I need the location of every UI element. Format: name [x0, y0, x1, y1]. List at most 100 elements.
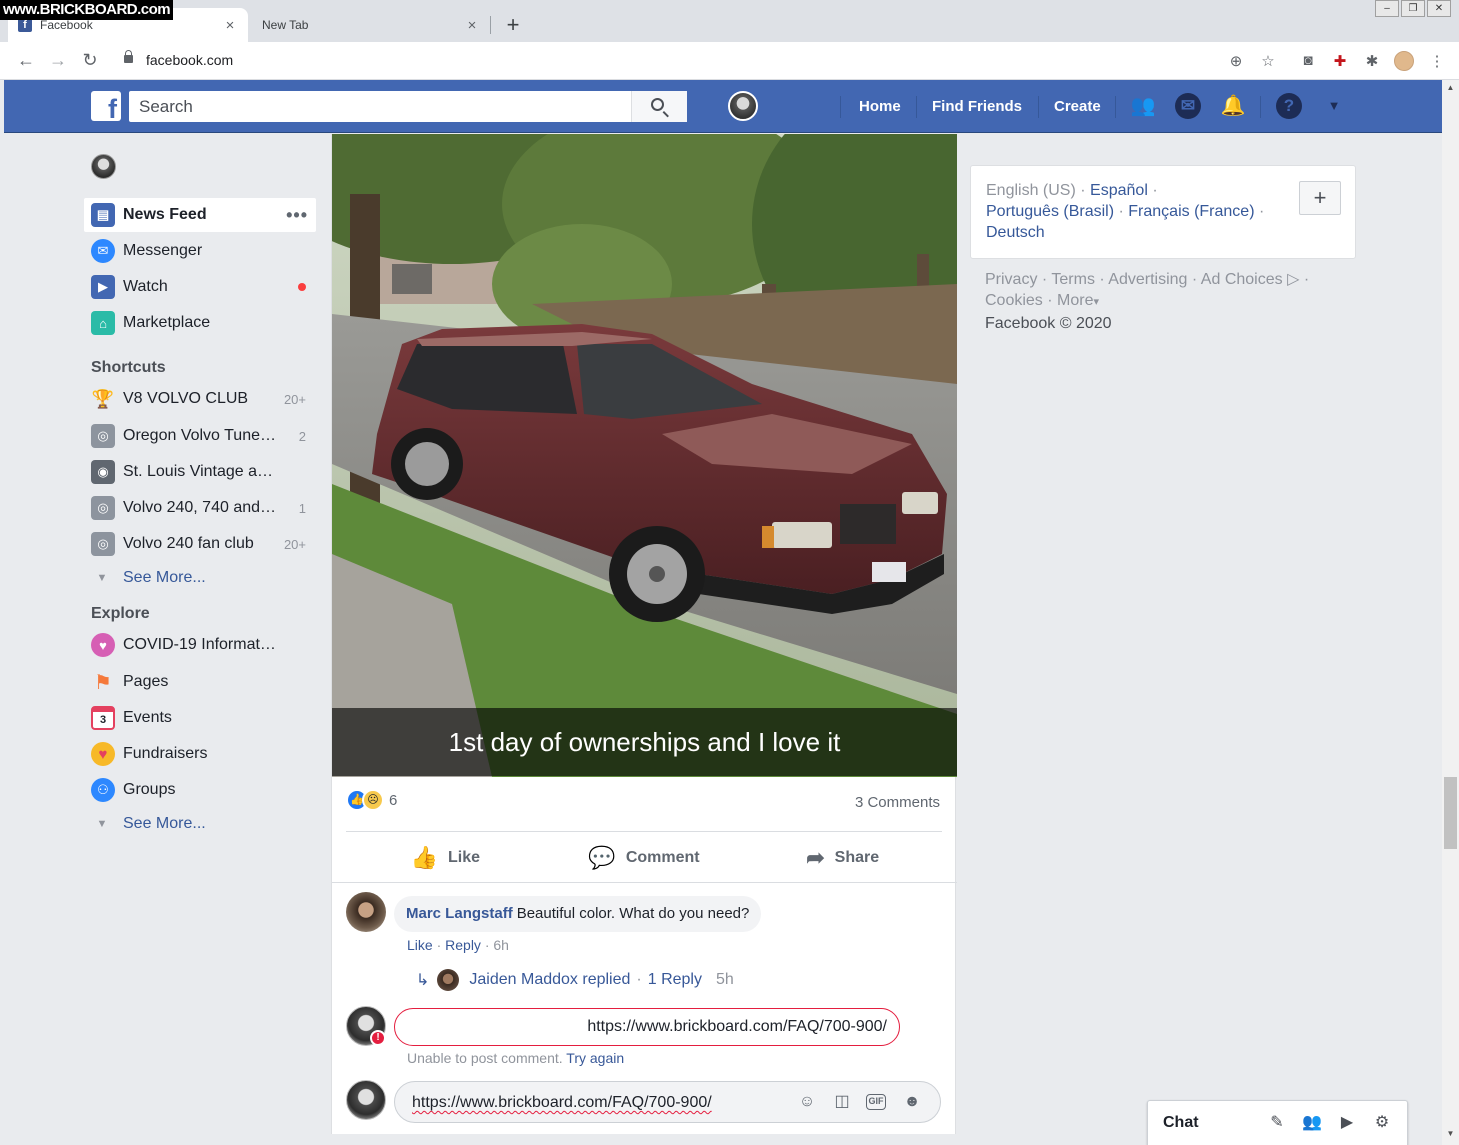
comment-reply-link[interactable]: Reply [445, 937, 481, 953]
bookmark-star-icon[interactable]: ☆ [1259, 52, 1277, 70]
see-more-shortcuts[interactable]: ▼ See More... [92, 569, 206, 587]
try-again-link[interactable]: Try again [566, 1050, 624, 1066]
footer-link-terms[interactable]: Terms [1051, 271, 1095, 288]
like-button[interactable]: 👍 Like [346, 832, 545, 883]
new-tab-button[interactable]: + [502, 12, 524, 38]
browser-tab-bar: www.BRICKBOARD.com f Facebook × New Tab … [0, 0, 1459, 42]
shortcut-oregon-volvo[interactable]: ◎ Oregon Volvo Tune… 2 [84, 419, 316, 453]
friend-requests-icon[interactable]: 👥 [1130, 93, 1156, 119]
failed-comment-bubble[interactable]: https://www.brickboard.com/FAQ/700-900/ [394, 1008, 900, 1046]
maximize-button[interactable]: ❐ [1401, 0, 1425, 17]
footer-link-more[interactable]: More [1057, 292, 1093, 309]
reload-icon[interactable]: ↻ [79, 50, 101, 70]
shortcut-volvo-240-fan-club[interactable]: ◎ Volvo 240 fan club 20+ [84, 527, 316, 561]
comment-count-link[interactable]: 3 Comments [855, 794, 940, 811]
language-link-french[interactable]: Français (France) [1128, 203, 1254, 220]
address-bar[interactable]: facebook.com [146, 52, 233, 68]
shield-extension-icon[interactable]: ✚ [1331, 52, 1349, 70]
explore-events[interactable]: 3 Events [84, 701, 316, 735]
browser-menu-icon[interactable]: ⋮ [1428, 52, 1446, 70]
extensions-puzzle-icon[interactable]: ✱ [1363, 52, 1381, 70]
view-replies-link[interactable]: ↳ Jaiden Maddox replied · 1 Reply 5h [416, 969, 734, 991]
share-button[interactable]: ➦ Share [743, 832, 942, 883]
camera-icon[interactable]: ◫ [831, 1091, 853, 1113]
comment-error-message: Unable to post comment. Try again [407, 1050, 624, 1066]
page-scrollbar[interactable]: ▲ ▼ [1442, 80, 1459, 1145]
nav-home[interactable]: Home [859, 98, 901, 115]
nav-create[interactable]: Create [1054, 98, 1101, 115]
chat-settings-icon[interactable]: ⚙ [1371, 1112, 1393, 1134]
close-tab-icon[interactable]: × [222, 17, 238, 34]
separator: · [484, 937, 490, 953]
facebook-logo[interactable]: f [91, 91, 121, 121]
sidebar-item-marketplace[interactable]: ⌂ Marketplace [84, 306, 316, 340]
profile-avatar[interactable] [728, 91, 758, 121]
sidebar-item-watch[interactable]: ▶ Watch [84, 270, 316, 304]
sticker-icon[interactable]: ☻ [901, 1091, 923, 1113]
shortcut-volvo-240-740[interactable]: ◎ Volvo 240, 740 and… 1 [84, 491, 316, 525]
shortcut-st-louis-vintage[interactable]: ◉ St. Louis Vintage a… [84, 455, 316, 489]
create-group-icon[interactable]: 👥 [1301, 1112, 1323, 1134]
footer-link-privacy[interactable]: Privacy [985, 271, 1037, 288]
browser-profile-avatar[interactable] [1394, 51, 1414, 71]
sidebar-item-label: Messenger [123, 242, 203, 259]
comment-input-text[interactable]: https://www.brickboard.com/FAQ/700-900/ [412, 1094, 712, 1112]
language-link-spanish[interactable]: Español [1090, 182, 1148, 199]
explore-covid[interactable]: ♥ COVID-19 Informat… [84, 628, 316, 662]
video-call-icon[interactable]: ▶ [1336, 1112, 1358, 1134]
help-icon[interactable]: ? [1276, 93, 1302, 119]
sidebar-item-messenger[interactable]: ✉ Messenger [84, 234, 316, 268]
footer-link-advertising[interactable]: Advertising [1108, 271, 1187, 288]
account-dropdown-icon[interactable]: ▼ [1321, 93, 1347, 119]
ublock-extension-icon[interactable]: ◙ [1299, 52, 1317, 69]
gif-icon[interactable]: GIF [866, 1094, 886, 1110]
scrollbar-thumb[interactable] [1444, 777, 1457, 849]
zoom-icon[interactable]: ⊕ [1227, 52, 1245, 70]
comment-like-link[interactable]: Like [407, 937, 433, 953]
reactions-summary[interactable]: 👍 ☹ 6 [346, 789, 397, 811]
scroll-down-arrow-icon[interactable]: ▼ [1442, 1129, 1459, 1138]
comment-button[interactable]: 💬 Comment [545, 832, 744, 883]
shortcut-label: V8 VOLVO CLUB [123, 390, 249, 407]
add-language-button[interactable]: + [1299, 181, 1341, 215]
close-window-button[interactable]: ✕ [1427, 0, 1451, 17]
groups-icon: ⚇ [91, 778, 115, 802]
see-more-explore[interactable]: ▼ See More... [92, 815, 206, 833]
new-message-icon[interactable]: ✎ [1266, 1112, 1288, 1134]
lock-icon[interactable] [124, 50, 133, 63]
post-photo[interactable]: 1st day of ownerships and I love it [332, 134, 957, 777]
search-input[interactable] [129, 91, 629, 122]
footer-links: Privacy · Terms · Advertising · Ad Choic… [985, 269, 1345, 334]
scroll-up-arrow-icon[interactable]: ▲ [1442, 83, 1459, 92]
close-tab-icon[interactable]: × [464, 17, 480, 34]
tab-new-tab[interactable]: New Tab × [252, 8, 490, 42]
commenter-avatar[interactable] [346, 892, 386, 932]
language-link-german[interactable]: Deutsch [986, 224, 1045, 241]
notifications-bell-icon[interactable]: 🔔 [1220, 93, 1246, 119]
minimize-button[interactable]: – [1375, 0, 1399, 17]
nav-find-friends[interactable]: Find Friends [932, 98, 1022, 115]
language-link-portuguese[interactable]: Português (Brasil) [986, 203, 1114, 220]
emoji-icon[interactable]: ☺ [796, 1091, 818, 1113]
comment-input[interactable]: https://www.brickboard.com/FAQ/700-900/ … [394, 1081, 941, 1123]
comment-timestamp[interactable]: 6h [493, 937, 509, 953]
sidebar-item-news-feed[interactable]: ▤ News Feed ••• [84, 198, 316, 232]
search-box [129, 91, 687, 122]
trophy-icon: 🏆 [91, 388, 115, 409]
more-options-icon[interactable]: ••• [286, 205, 308, 226]
explore-groups[interactable]: ⚇ Groups [84, 773, 316, 807]
chat-sidebar-bar[interactable]: Chat ✎ 👥 ▶ ⚙ [1147, 1100, 1408, 1145]
sidebar-profile-avatar[interactable] [91, 154, 116, 179]
search-button[interactable] [631, 91, 687, 122]
back-icon[interactable]: ← [15, 50, 37, 70]
comment-author-link[interactable]: Marc Langstaff [406, 905, 513, 922]
shortcut-v8-volvo-club[interactable]: 🏆 V8 VOLVO CLUB 20+ [84, 382, 316, 416]
browser-toolbar: ← → ↻ facebook.com ⊕ ☆ ◙ ✚ ✱ ⋮ [0, 42, 1459, 80]
forward-icon[interactable]: → [47, 50, 69, 70]
error-badge-icon: ! [370, 1030, 386, 1046]
explore-pages[interactable]: ⚑ Pages [84, 665, 316, 699]
footer-link-cookies[interactable]: Cookies [985, 292, 1043, 309]
messenger-icon[interactable]: ✉ [1175, 93, 1201, 119]
explore-fundraisers[interactable]: ♥ Fundraisers [84, 737, 316, 771]
footer-link-ad-choices[interactable]: Ad Choices [1201, 271, 1283, 288]
